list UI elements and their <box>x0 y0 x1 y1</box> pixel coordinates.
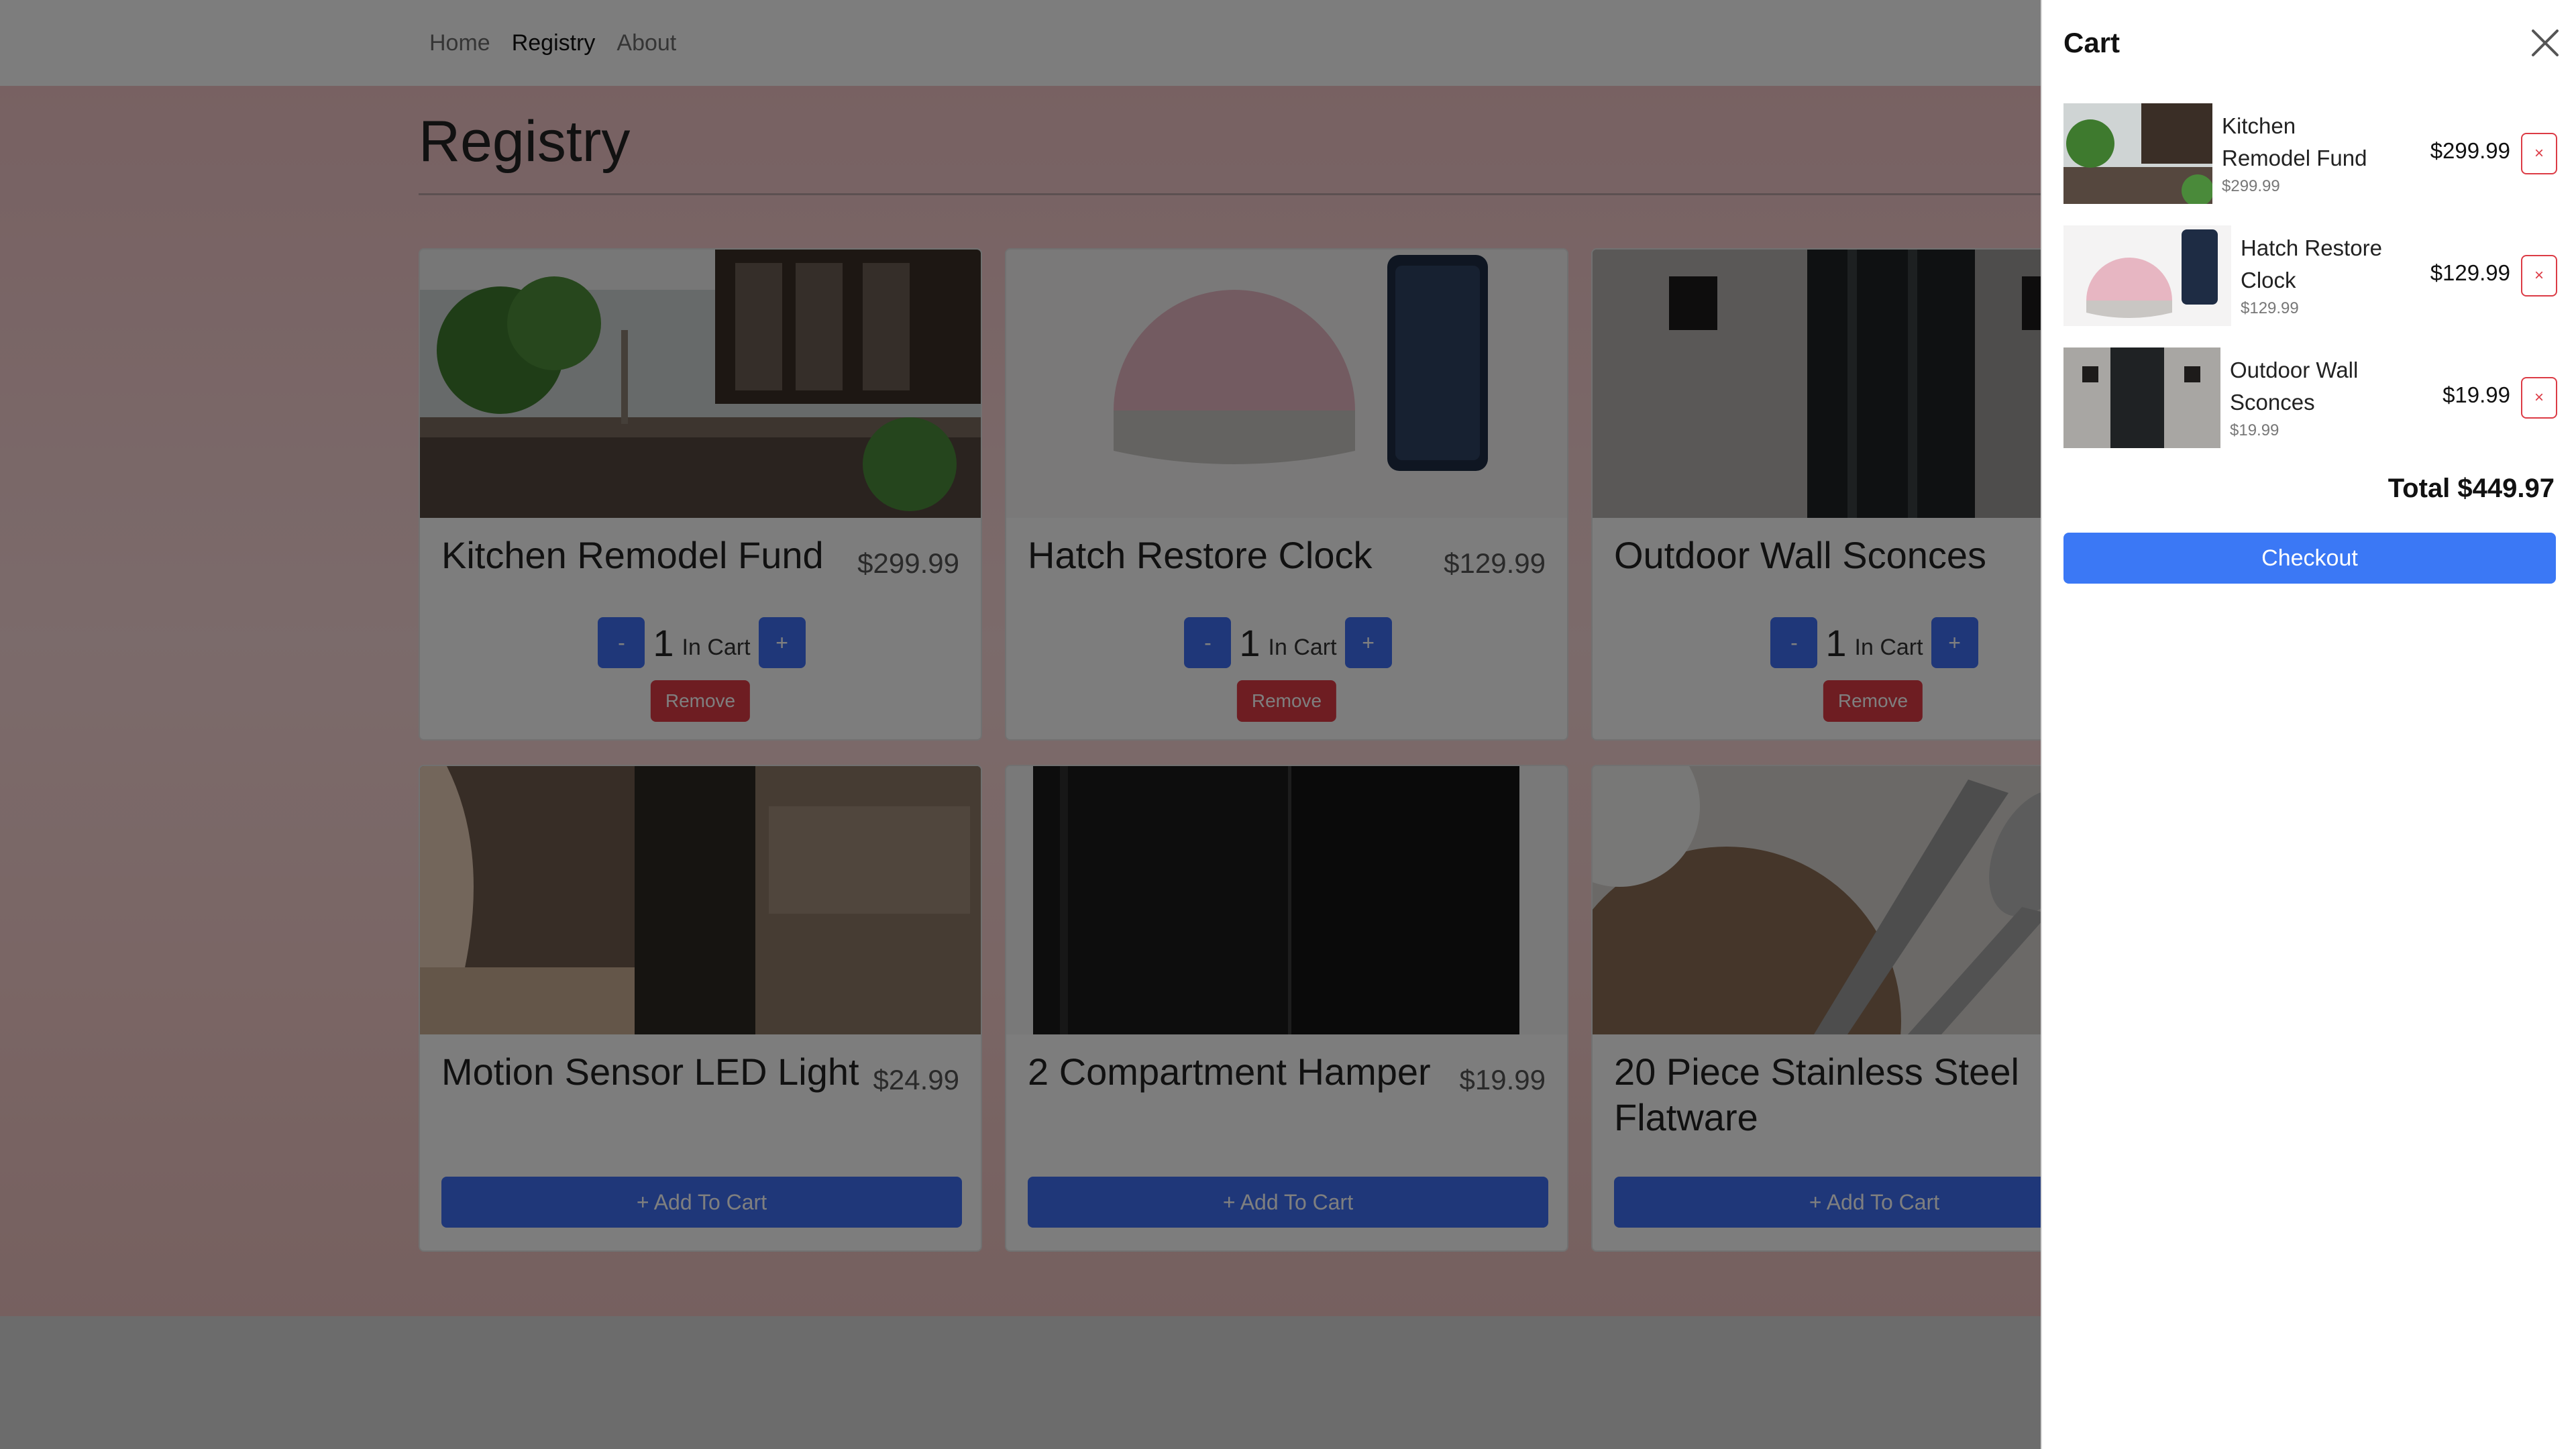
cart-item-remove-button[interactable]: × <box>2521 255 2557 297</box>
cart-item-unit-price: $19.99 <box>2230 421 2279 439</box>
cart-item-price: $19.99 <box>2443 382 2510 407</box>
checkout-button[interactable]: Checkout <box>2063 533 2556 584</box>
cart-item-price: $299.99 <box>2430 138 2510 163</box>
cart-item-thumbnail <box>2063 103 2212 204</box>
cart-item-remove-button[interactable]: × <box>2521 377 2557 419</box>
cart-panel: Cart Kitchen Remodel Fund $299.99 $299.9… <box>2041 0 2576 1449</box>
cart-item-unit-price: $129.99 <box>2241 299 2299 317</box>
cart-item: Kitchen Remodel Fund $299.99 $299.99 × <box>2063 103 2557 207</box>
cart-item-remove-button[interactable]: × <box>2521 133 2557 174</box>
cart-item-thumbnail <box>2063 225 2231 326</box>
cart-item: Hatch Restore Clock $129.99 $129.99 × <box>2063 225 2557 329</box>
close-icon <box>2532 30 2559 56</box>
cart-item-name: Hatch Restore Clock <box>2241 235 2382 292</box>
close-button[interactable] <box>2528 25 2563 60</box>
cart-item-price: $129.99 <box>2430 260 2510 285</box>
cart-title: Cart <box>2063 27 2121 58</box>
cart-item-thumbnail <box>2063 347 2220 448</box>
cart-item-name: Outdoor Wall Sconces <box>2230 358 2359 415</box>
cart-total: Total $449.97 <box>2387 474 2555 503</box>
cart-item-name: Kitchen Remodel Fund <box>2222 113 2367 170</box>
cart-item: Outdoor Wall Sconces $19.99 $19.99 × <box>2063 347 2557 451</box>
cart-item-unit-price: $299.99 <box>2222 177 2280 195</box>
